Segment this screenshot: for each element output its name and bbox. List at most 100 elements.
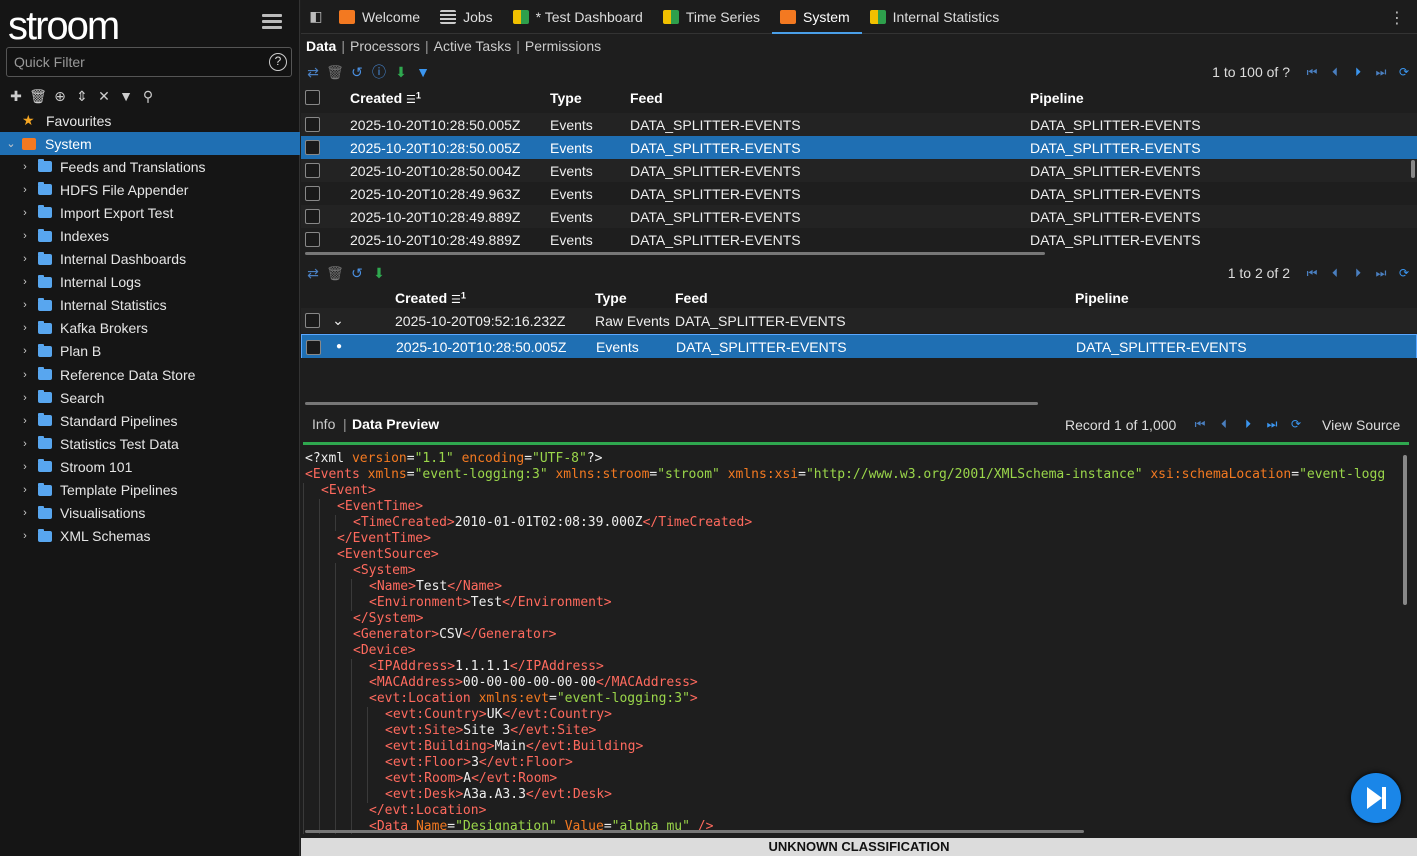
table-row[interactable]: ● 2025-10-20T10:28:50.005Z Events DATA_SPLI… [301, 334, 1417, 358]
tree-item-visualisations[interactable]: › Visualisations [0, 502, 300, 525]
chevron-right-icon[interactable]: › [18, 276, 32, 288]
chevron-right-icon[interactable]: › [18, 184, 32, 196]
row-checkbox[interactable] [306, 340, 321, 355]
row-checkbox[interactable] [305, 163, 320, 178]
search-icon[interactable]: ⚲ [140, 88, 156, 104]
xml-hscroll[interactable] [305, 830, 1084, 833]
last-page-icon[interactable]: ⏭ [1372, 64, 1390, 80]
chevron-right-icon[interactable]: › [18, 207, 32, 219]
view-source-link[interactable]: View Source [1322, 417, 1400, 433]
chevron-right-icon[interactable]: › [18, 369, 32, 381]
more-menu-icon[interactable]: ⋮ [1389, 8, 1405, 28]
hamburger-menu-icon[interactable] [262, 14, 282, 30]
download-icon[interactable]: ⬇ [393, 64, 409, 80]
filter-icon[interactable]: ▼ [415, 64, 431, 80]
tree-item-reference-data-store[interactable]: › Reference Data Store [0, 363, 300, 386]
locate-icon[interactable]: ⊕ [52, 88, 68, 104]
tab-internal-statistics[interactable]: Internal Statistics [862, 0, 1012, 34]
subnav-data[interactable]: Data [306, 38, 336, 54]
table-row[interactable]: 2025-10-20T10:28:49.889Z Events DATA_SPLIT… [301, 205, 1417, 228]
row-checkbox[interactable] [305, 209, 320, 224]
chevron-right-icon[interactable]: › [18, 345, 32, 357]
subnav-active-tasks[interactable]: Active Tasks [434, 38, 512, 54]
last-record-icon[interactable]: ⏭ [1263, 416, 1281, 432]
tab-welcome[interactable]: Welcome [331, 0, 432, 34]
tree-item-stroom-101[interactable]: › Stroom 101 [0, 455, 300, 478]
tree-item-statistics-test-data[interactable]: › Statistics Test Data [0, 432, 300, 455]
lower-hscroll[interactable] [305, 402, 1038, 405]
col-feed[interactable]: Feed [630, 90, 663, 106]
tree-item-system[interactable]: ⌄ System [0, 132, 300, 156]
col-created[interactable]: Created ☰1 [395, 290, 466, 306]
first-page-icon[interactable]: ⏮ [1303, 265, 1321, 281]
chevron-right-icon[interactable]: › [18, 253, 32, 265]
restore-icon[interactable]: ↺ [349, 64, 365, 80]
table-row[interactable]: 2025-10-20T10:28:50.004Z Events DATA_SPLIT… [301, 159, 1417, 182]
upper-hscroll[interactable] [305, 252, 1045, 255]
tab-system[interactable]: System [771, 0, 862, 34]
chevron-right-icon[interactable]: › [18, 322, 32, 334]
row-checkbox[interactable] [305, 186, 320, 201]
delete-icon[interactable]: 🗑 [29, 88, 47, 104]
add-icon[interactable]: ✚ [8, 88, 24, 104]
xml-vscroll[interactable] [1403, 455, 1407, 605]
row-checkbox[interactable] [305, 313, 320, 328]
delete-icon[interactable]: 🗑 [326, 265, 344, 281]
shuffle-icon[interactable]: ⇄ [305, 64, 321, 80]
info-icon[interactable]: ⓘ [371, 64, 387, 80]
row-checkbox[interactable] [305, 140, 320, 155]
refresh-icon[interactable]: ⟳ [1287, 416, 1305, 432]
chevron-down-icon[interactable]: ⌄ [0, 137, 22, 150]
sidebar-toggle-icon[interactable]: ◧ [301, 0, 331, 34]
first-record-icon[interactable]: ⏮ [1191, 416, 1209, 432]
tab-data-preview[interactable]: Data Preview [352, 416, 439, 432]
subnav-processors[interactable]: Processors [350, 38, 420, 54]
chevron-right-icon[interactable]: › [18, 392, 32, 404]
chevron-right-icon[interactable]: › [18, 230, 32, 242]
tab-test-dashboard[interactable]: * Test Dashboard [505, 0, 655, 34]
chevron-right-icon[interactable]: › [18, 461, 32, 473]
chevron-right-icon[interactable]: › [18, 299, 32, 311]
expand-row-icon[interactable]: ⌄ [331, 312, 345, 329]
tree-item-internal-logs[interactable]: › Internal Logs [0, 271, 300, 294]
tree-item-import-export-test[interactable]: › Import Export Test [0, 201, 300, 224]
child-dot-icon[interactable]: ● [332, 341, 346, 352]
col-pipeline[interactable]: Pipeline [1075, 290, 1129, 306]
tree-item-plan-b[interactable]: › Plan B [0, 340, 300, 363]
tree-item-feeds-and-translations[interactable]: › Feeds and Translations [0, 155, 300, 178]
download-icon[interactable]: ⬇ [371, 265, 387, 281]
tree-item-template-pipelines[interactable]: › Template Pipelines [0, 479, 300, 502]
quick-filter-input[interactable]: Quick Filter ? [6, 47, 292, 77]
select-all-checkbox[interactable] [305, 90, 320, 105]
table-row[interactable]: 2025-10-20T10:28:50.005Z Events DATA_SPLIT… [301, 136, 1417, 159]
next-page-icon[interactable]: ⏵ [1349, 265, 1367, 281]
filter-icon[interactable]: ▼ [118, 88, 134, 104]
col-type[interactable]: Type [595, 290, 627, 306]
tree-item-hdfs-file-appender[interactable]: › HDFS File Appender [0, 178, 300, 201]
chevron-right-icon[interactable]: › [18, 530, 32, 542]
col-feed[interactable]: Feed [675, 290, 708, 306]
prev-record-icon[interactable]: ⏴ [1215, 416, 1233, 432]
prev-page-icon[interactable]: ⏴ [1326, 265, 1344, 281]
table-row[interactable]: ⌄ 2025-10-20T09:52:16.232Z Raw Events DATA_… [301, 308, 1417, 333]
tree-item-kafka-brokers[interactable]: › Kafka Brokers [0, 317, 300, 340]
table-row[interactable]: 2025-10-20T10:28:49.963Z Events DATA_SPLIT… [301, 182, 1417, 205]
tree-item-xml-schemas[interactable]: › XML Schemas [0, 525, 300, 548]
next-page-icon[interactable]: ⏵ [1349, 64, 1367, 80]
row-checkbox[interactable] [305, 232, 320, 247]
table-row[interactable]: 2025-10-20T10:28:49.889Z Events DATA_SPLIT… [301, 228, 1417, 251]
collapse-all-icon[interactable]: ✕ [96, 88, 112, 104]
first-page-icon[interactable]: ⏮ [1303, 64, 1321, 80]
subnav-permissions[interactable]: Permissions [525, 38, 601, 54]
expand-all-icon[interactable]: ⇕ [74, 88, 90, 104]
refresh-icon[interactable]: ⟳ [1395, 265, 1413, 281]
col-type[interactable]: Type [550, 90, 582, 106]
upper-vscroll[interactable] [1411, 160, 1415, 178]
tab-info[interactable]: Info [312, 416, 335, 432]
tree-item-internal-dashboards[interactable]: › Internal Dashboards [0, 248, 300, 271]
chevron-right-icon[interactable]: › [18, 507, 32, 519]
last-page-icon[interactable]: ⏭ [1372, 265, 1390, 281]
chevron-right-icon[interactable]: › [18, 415, 32, 427]
tree-item-internal-statistics[interactable]: › Internal Statistics [0, 294, 300, 317]
row-checkbox[interactable] [305, 117, 320, 132]
